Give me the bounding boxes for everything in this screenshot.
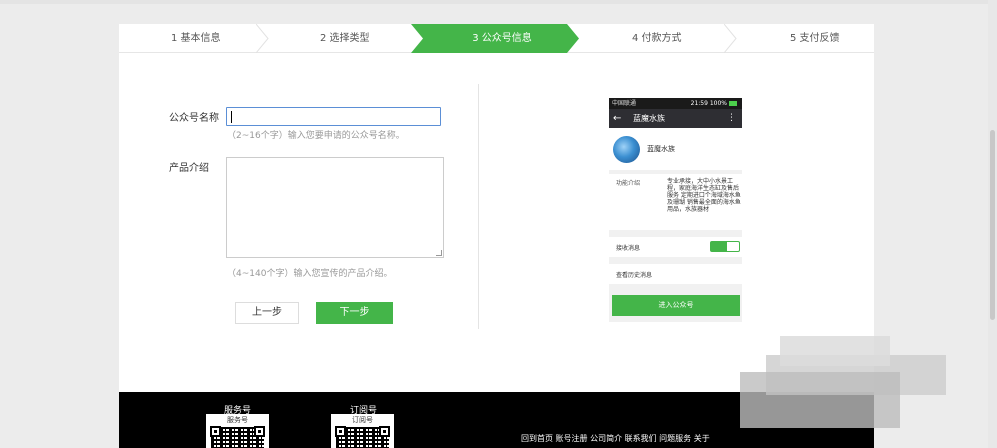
more-vertical-icon: ⋮ bbox=[727, 113, 736, 123]
step-4: 4 付款方式 bbox=[632, 33, 682, 44]
preview-history-row: 查看历史消息 bbox=[609, 264, 742, 284]
mosaic-overlay bbox=[740, 372, 900, 428]
step-2: 2 选择类型 bbox=[320, 33, 370, 44]
resize-handle-icon[interactable] bbox=[436, 250, 442, 256]
service-qr-caption: 服务号 bbox=[227, 416, 248, 424]
prev-step-button[interactable]: 上一步 bbox=[235, 302, 299, 324]
preview-intro-text: 专业承接，大中小水景工程，家庭海洋生态缸及售后服务 定期进口个海域海水鱼及珊瑚 … bbox=[667, 178, 741, 213]
product-intro-textarea[interactable] bbox=[226, 157, 444, 258]
page-scrollbar[interactable] bbox=[988, 0, 997, 448]
phone-preview: 中国联通 21:59 100% ← 蓝魔水族 ⋮ 蓝魔水族 功能介绍 专业承接，… bbox=[609, 98, 742, 322]
preview-header-title: 蓝魔水族 bbox=[633, 114, 665, 123]
preview-receive-row: 接收消息 bbox=[609, 237, 742, 257]
preview-profile: 蓝魔水族 bbox=[609, 128, 742, 170]
service-qr-code: 服务号 bbox=[206, 414, 269, 448]
subscribe-qr-code: 订阅号 bbox=[331, 414, 394, 448]
avatar bbox=[613, 136, 640, 163]
footer-links[interactable]: 回到首页 账号注册 公司简介 联系我们 问题服务 关于 bbox=[521, 433, 710, 444]
preview-header: ← 蓝魔水族 ⋮ bbox=[609, 109, 742, 128]
receive-toggle bbox=[710, 241, 740, 252]
qr-finder-icon bbox=[210, 426, 221, 437]
step-separator-icon bbox=[724, 24, 737, 53]
step-progress-bar: 1 基本信息 2 选择类型 3 公众号信息 4 付款方式 5 支付反馈 bbox=[119, 24, 874, 53]
text-caret bbox=[231, 111, 232, 123]
status-time-battery: 21:59 100% bbox=[691, 98, 737, 109]
step-separator-icon bbox=[256, 24, 269, 53]
vertical-divider bbox=[478, 84, 479, 329]
subscribe-qr-caption: 订阅号 bbox=[352, 416, 373, 424]
top-border bbox=[0, 0, 997, 4]
preview-intro-block: 功能介绍 专业承接，大中小水景工程，家庭海洋生态缸及售后服务 定期进口个海域海水… bbox=[609, 174, 742, 230]
step-1: 1 基本信息 bbox=[171, 33, 221, 44]
account-name-hint: （2~16个字）输入您要申请的公众号名称。 bbox=[227, 131, 405, 141]
step-5: 5 支付反馈 bbox=[790, 33, 840, 44]
account-name-label: 公众号名称 bbox=[169, 113, 219, 124]
product-intro-hint: （4~140个字）输入您宣传的产品介绍。 bbox=[227, 269, 393, 279]
qr-finder-icon bbox=[379, 426, 390, 437]
battery-icon bbox=[729, 101, 737, 106]
preview-enter-button: 进入公众号 bbox=[612, 295, 740, 316]
status-time-text: 21:59 100% bbox=[690, 100, 727, 107]
product-intro-label: 产品介绍 bbox=[169, 163, 209, 174]
phone-status-bar: 中国联通 21:59 100% bbox=[609, 98, 742, 109]
mosaic-overlay bbox=[780, 336, 890, 366]
preview-account-name: 蓝魔水族 bbox=[647, 145, 675, 153]
qr-finder-icon bbox=[254, 426, 265, 437]
step-3-active: 3 公众号信息 bbox=[472, 33, 532, 44]
preview-intro-label: 功能介绍 bbox=[616, 180, 641, 187]
toggle-knob bbox=[711, 242, 727, 251]
qr-finder-icon bbox=[335, 426, 346, 437]
next-step-button[interactable]: 下一步 bbox=[316, 302, 393, 324]
carrier-label: 中国联通 bbox=[612, 100, 637, 107]
registration-card: 1 基本信息 2 选择类型 3 公众号信息 4 付款方式 5 支付反馈 公众号名… bbox=[119, 24, 874, 392]
account-name-input[interactable] bbox=[226, 107, 441, 126]
scrollbar-thumb[interactable] bbox=[990, 130, 995, 320]
preview-receive-label: 接收消息 bbox=[616, 245, 641, 252]
preview-history-label: 查看历史消息 bbox=[616, 272, 653, 279]
arrow-left-icon: ← bbox=[613, 113, 622, 124]
